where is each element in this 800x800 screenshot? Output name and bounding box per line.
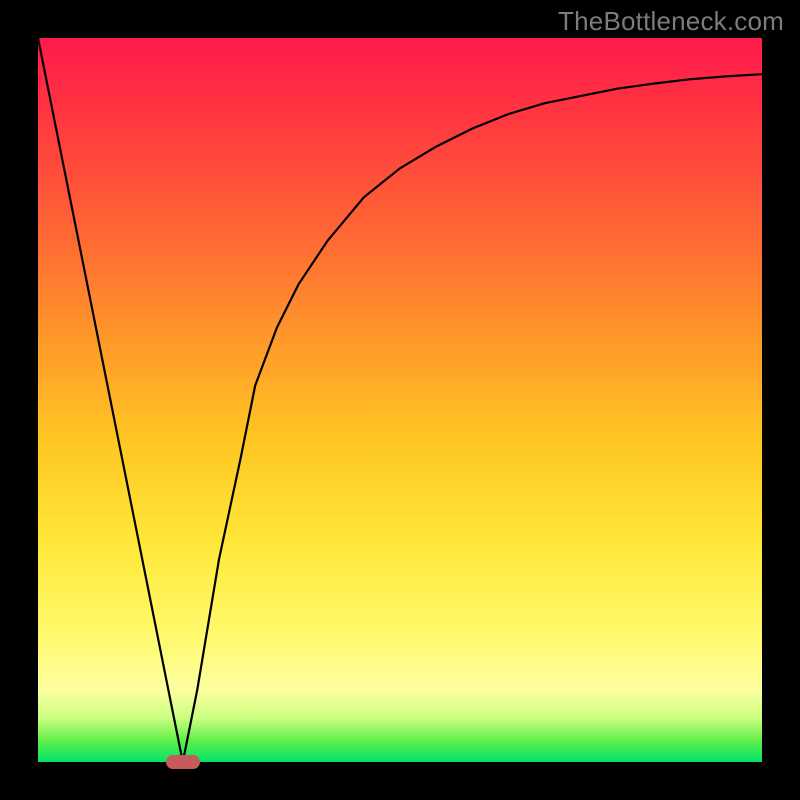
- minimum-marker: [166, 755, 200, 769]
- bottleneck-curve: [38, 38, 762, 762]
- watermark-text: TheBottleneck.com: [558, 6, 784, 37]
- plot-area: [38, 38, 762, 762]
- chart-frame: TheBottleneck.com: [0, 0, 800, 800]
